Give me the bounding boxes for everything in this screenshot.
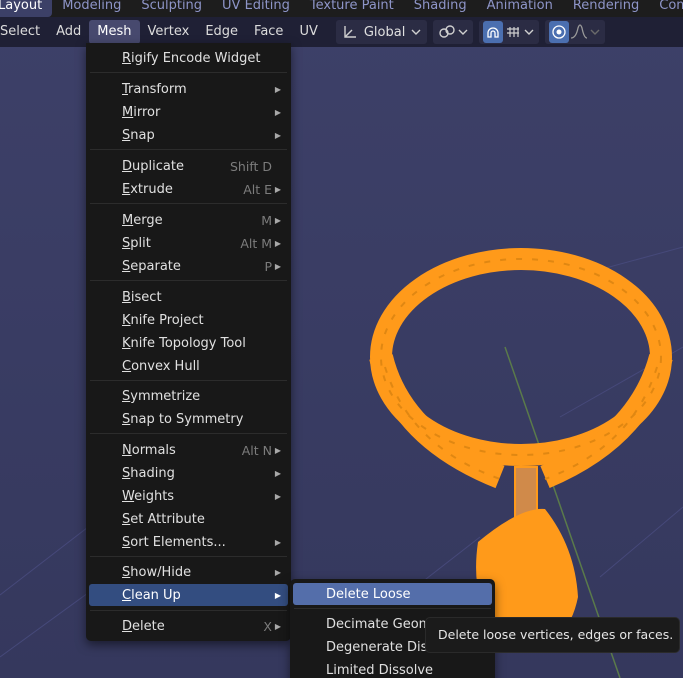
menu-item-rigify-encode-widget[interactable]: Rigify Encode Widget [89,47,288,69]
menu-uv[interactable]: UV [291,20,325,44]
submenu-arrow-icon: ▶ [274,238,281,248]
submenu-arrow-icon: ▶ [274,84,281,94]
pivot-link-icon [437,21,457,43]
orientation-value: Global [363,24,406,40]
tab-rendering[interactable]: Rendering [563,0,649,17]
tab-uv-editing[interactable]: UV Editing [212,0,300,17]
submenu-arrow-icon: ▶ [274,537,281,547]
tab-modeling[interactable]: Modeling [52,0,131,17]
menu-divider [90,203,287,204]
submenu-arrow-icon: ▶ [274,184,281,194]
tab-shading[interactable]: Shading [404,0,477,17]
menu-item-knife-project[interactable]: Knife Project [89,309,288,331]
menu-mesh[interactable]: Mesh [89,20,140,44]
snap-magnet-icon[interactable] [483,21,504,43]
menu-divider [90,280,287,281]
menu-item-duplicate[interactable]: Duplicate Shift D [89,155,288,177]
submenu-item-delete-loose[interactable]: Delete Loose [293,583,492,605]
menu-divider [294,608,491,609]
menu-item-shading[interactable]: Shading ▶ [89,462,288,484]
menu-item-snap[interactable]: Snap ▶ [89,124,288,146]
tab-layout[interactable]: Layout [0,0,53,17]
menu-item-clean-up[interactable]: Clean Up ▶ [89,584,288,606]
menu-divider [90,380,287,381]
proportional-editing-group[interactable] [545,20,606,44]
falloff-curve-icon[interactable] [569,21,589,43]
menu-vertex[interactable]: Vertex [140,20,198,44]
tab-animation[interactable]: Animation [477,0,563,17]
menu-item-extrude[interactable]: Extrude Alt E ▶ [89,178,288,200]
menu-item-bisect[interactable]: Bisect [89,286,288,308]
mesh-menu: Rigify Encode Widget Transform ▶ Mirror … [86,43,291,641]
menu-select[interactable]: Select [0,20,48,44]
submenu-arrow-icon: ▶ [274,468,281,478]
submenu-arrow-icon: ▶ [274,590,281,600]
menu-item-normals[interactable]: Normals Alt N ▶ [89,439,288,461]
menu-divider [90,433,287,434]
submenu-arrow-icon: ▶ [274,215,281,225]
menu-item-convex-hull[interactable]: Convex Hull [89,355,288,377]
submenu-item-limited-dissolve[interactable]: Limited Dissolve [293,659,492,678]
menu-item-split[interactable]: Split Alt M ▶ [89,232,288,254]
menu-add[interactable]: Add [48,20,89,44]
menu-item-knife-topology-tool[interactable]: Knife Topology Tool [89,332,288,354]
chevron-down-icon [409,21,423,43]
menu-item-weights[interactable]: Weights ▶ [89,485,288,507]
workspace-tabs: Layout Modeling Sculpting UV Editing Tex… [0,0,683,17]
submenu-arrow-icon: ▶ [274,445,281,455]
menu-divider [90,610,287,611]
menu-item-transform[interactable]: Transform ▶ [89,78,288,100]
transform-axes-icon [340,21,360,43]
menu-face[interactable]: Face [246,20,291,44]
submenu-arrow-icon: ▶ [274,107,281,117]
chevron-down-icon [457,21,469,43]
tab-compositing[interactable]: Compos [649,0,683,17]
submenu-arrow-icon: ▶ [274,261,281,271]
chevron-down-icon [589,21,601,43]
menu-divider [90,149,287,150]
tooltip: Delete loose vertices, edges or faces. [425,617,680,653]
transform-orientation-dropdown[interactable]: Global [335,20,428,44]
submenu-arrow-icon: ▶ [274,491,281,501]
menu-divider [90,556,287,557]
menu-edge[interactable]: Edge [197,20,246,44]
snap-grid-icon[interactable] [503,21,523,43]
pivot-point-dropdown[interactable] [433,20,474,44]
menu-divider [90,72,287,73]
proportional-edit-icon[interactable] [549,21,570,43]
chevron-down-icon [523,21,535,43]
snapping-group[interactable] [479,20,540,44]
tab-texture-paint[interactable]: Texture Paint [300,0,404,17]
menu-item-sort-elements[interactable]: Sort Elements... ▶ [89,531,288,553]
submenu-arrow-icon: ▶ [274,130,281,140]
menu-item-symmetrize[interactable]: Symmetrize [89,385,288,407]
menu-item-separate[interactable]: Separate P ▶ [89,255,288,277]
tab-sculpting[interactable]: Sculpting [131,0,212,17]
menu-item-show-hide[interactable]: Show/Hide ▶ [89,561,288,583]
menu-item-mirror[interactable]: Mirror ▶ [89,101,288,123]
submenu-arrow-icon: ▶ [274,621,281,631]
menu-item-set-attribute[interactable]: Set Attribute [89,508,288,530]
submenu-arrow-icon: ▶ [274,567,281,577]
menu-item-merge[interactable]: Merge M ▶ [89,209,288,231]
menu-item-snap-to-symmetry[interactable]: Snap to Symmetry [89,408,288,430]
menu-item-delete[interactable]: Delete X ▶ [89,615,288,637]
